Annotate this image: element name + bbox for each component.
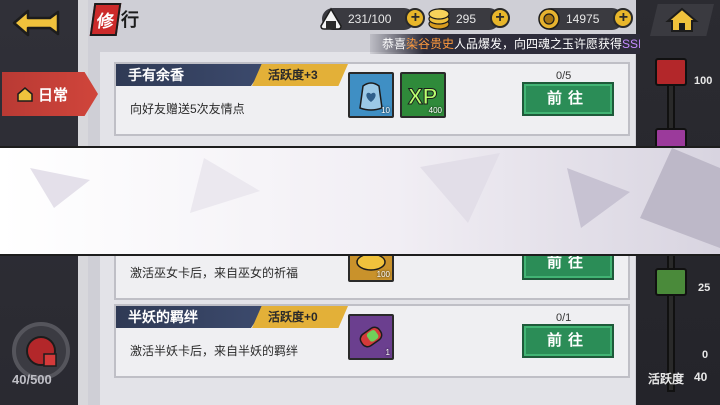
activity-label: 活跃度 (648, 372, 685, 386)
task-title: 半妖的羁绊 (116, 306, 266, 328)
task-progress: 0/1 (556, 312, 572, 324)
chest-25-icon[interactable] (655, 268, 687, 296)
onigiri-icon (320, 7, 342, 30)
resource-stamina: 231/100 + (320, 6, 426, 32)
reward-count: 1 (385, 348, 390, 357)
chest-100-icon[interactable] (655, 58, 687, 86)
reward-count: 100 (376, 270, 390, 279)
task-card: 半妖的羁绊 活跃度+0 激活半妖卡后，来自半妖的羁绊 1 0/1 前往 (114, 304, 630, 378)
announcement-marquee: 恭喜染谷贵史人品爆发，向四魂之玉许愿获得SSI (370, 34, 640, 54)
add-gold-button[interactable]: + (490, 8, 511, 28)
xp-icon[interactable]: XP 400 (400, 72, 446, 118)
overlay-shard (420, 153, 500, 223)
overlay-shard (640, 148, 720, 248)
task-progress: 0/5 (556, 70, 572, 82)
marquee-reward: SSI (622, 37, 640, 51)
marquee-player: 染谷贵史 (406, 37, 455, 51)
task-card: 手有余香 活跃度+3 向好友赠送5次友情点 10 XP 400 0/5 前往 (114, 62, 630, 136)
jade-coin-icon (538, 8, 560, 30)
resource-jade: 14975 + (538, 6, 634, 32)
overlay-shard (30, 168, 90, 208)
stamina-value: 231/100 (348, 12, 392, 26)
jade-value: 14975 (566, 12, 600, 26)
overlay-shard (190, 158, 260, 213)
home-icon (665, 7, 699, 32)
go-button[interactable]: 前往 (522, 324, 614, 358)
red-seal-icon (26, 336, 57, 367)
task-description: 激活半妖卡后，来自半妖的羁绊 (130, 344, 299, 358)
bandage-item-icon[interactable]: 1 (348, 314, 394, 360)
task-description: 向好友赠送5次友情点 (130, 102, 245, 116)
task-activity-badge: 活跃度+0 (252, 306, 348, 328)
game-screen: 修 行 231/100 + 295 + 14975 + 恭喜染谷贵史人品爆发，向… (0, 0, 720, 405)
go-button[interactable]: 前往 (522, 82, 614, 116)
page-title-rest: 行 (121, 10, 139, 30)
ring-count: 40/500 (12, 372, 52, 387)
page-title-first-char: 修 (89, 2, 122, 36)
home-button[interactable] (650, 4, 714, 36)
tab-daily[interactable]: 日常 (2, 72, 98, 116)
task-title: 手有余香 (116, 64, 266, 86)
reward-count: 10 (381, 106, 390, 115)
marquee-prefix: 恭喜 (382, 37, 407, 51)
tab-daily-label: 日常 (38, 86, 69, 104)
task-description: 激活巫女卡后，来自巫女的祈福 (130, 266, 299, 280)
marquee-text: 人品爆发，向四魂之玉许愿获得 (454, 37, 623, 51)
meter-tick-label: 0 (702, 349, 709, 361)
meter-tick-label: 100 (694, 75, 713, 87)
back-arrow-icon (12, 9, 60, 37)
back-button[interactable] (10, 6, 62, 40)
activity-value: 40 (694, 370, 708, 384)
transition-overlay (0, 146, 720, 256)
daily-tab-icon (17, 87, 33, 102)
reward-count: 400 (428, 106, 442, 115)
resource-gold: 295 + (428, 6, 511, 32)
task-activity-badge: 活跃度+3 (252, 64, 348, 86)
meter-tick-label: 25 (698, 282, 711, 294)
overlay-shard (567, 168, 630, 228)
coin-stack-icon (428, 8, 450, 30)
page-title: 修 行 (89, 2, 139, 36)
friendship-bag-icon[interactable]: 10 (348, 72, 394, 118)
gold-value: 295 (456, 12, 477, 26)
